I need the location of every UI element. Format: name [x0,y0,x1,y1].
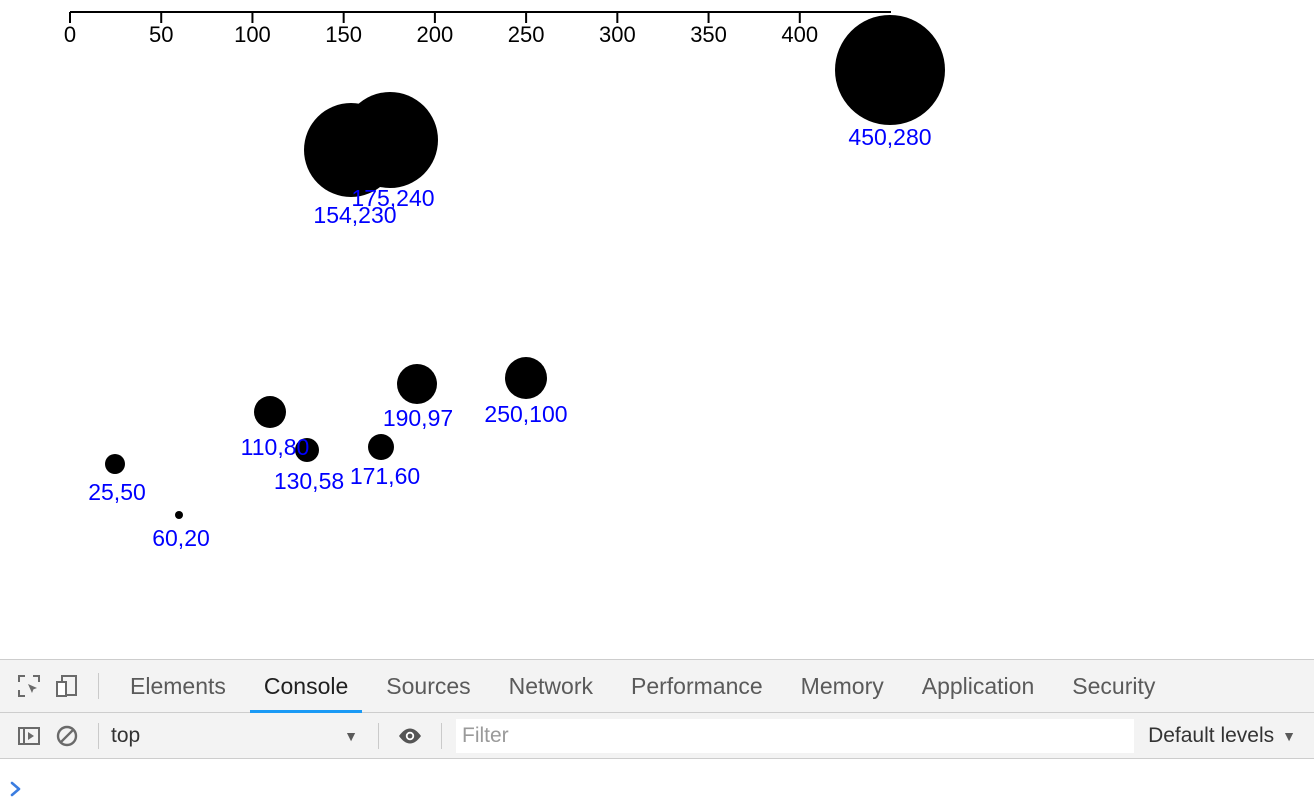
tab-console[interactable]: Console [245,660,367,713]
bubble-point-label: 190,97 [383,405,453,431]
console-prompt-chevron-icon [10,781,24,797]
console-context-select[interactable]: top ▼ [111,721,366,751]
toolbar-divider [98,673,99,699]
tab-elements[interactable]: Elements [111,660,245,713]
bubble-point [304,103,398,197]
axis-tick-label: 350 [690,22,727,47]
bubble-point [105,454,125,474]
console-sidebar-icon [17,724,41,748]
axis-tick-label: 250 [508,22,545,47]
tab-label: Security [1072,672,1156,699]
tab-label: Application [921,672,1035,699]
bubble-point-label: 60,20 [152,525,210,551]
bubble-points [105,15,945,519]
axis-tick-label: 400 [781,22,818,47]
x-axis-ruler: 0 50 100 150 200 250 300 350 400 [64,11,891,47]
axis-tick-label: 100 [234,22,271,47]
bubble-point [175,511,183,519]
live-expression-eye-icon [397,723,423,749]
devtools-tabbar: Elements Console Sources Network Perform… [0,660,1314,713]
page-viewport: 0 50 100 150 200 250 300 350 400 450,280 175,240 1… [0,0,1314,659]
console-context-value: top [111,723,141,747]
tab-memory[interactable]: Memory [782,660,903,713]
device-toolbar-icon [54,673,80,699]
tab-label: Performance [631,672,763,699]
axis-tick-label: 50 [149,22,173,47]
chevron-down-icon: ▼ [1282,727,1296,744]
bubble-point-label: 130,58 [274,468,344,494]
bubble-point-label: 110,80 [241,434,310,460]
live-expression-button[interactable] [391,717,429,755]
inspect-element-button[interactable] [10,667,48,705]
tab-sources[interactable]: Sources [367,660,489,713]
tab-label: Memory [800,672,884,699]
axis-tick-label: 200 [417,22,454,47]
bubble-point [368,434,394,460]
toolbar-divider [98,722,99,749]
tab-application[interactable]: Application [903,660,1054,713]
inspect-element-icon [16,673,42,699]
clear-console-button[interactable] [48,717,86,755]
tab-label: Elements [130,672,226,699]
tab-label: Console [263,672,349,699]
devtools-panel: Elements Console Sources Network Perform… [0,659,1314,812]
bubble-point-label: 171,60 [350,463,420,489]
console-output-area[interactable] [0,759,1314,812]
bubble-point [397,364,437,404]
clear-console-icon [55,724,79,748]
axis-tick-label: 0 [64,22,76,47]
bubble-labels: 450,280175,240154,230250,100190,97110,80… [88,124,931,551]
tab-label: Network [508,672,593,699]
console-filter-input[interactable] [456,718,1135,753]
tab-network[interactable]: Network [490,660,612,713]
chevron-down-icon: ▼ [344,727,358,744]
tab-label: Sources [386,672,471,699]
bubble-point-label: 154,230 [313,202,396,228]
tab-security[interactable]: Security [1053,660,1174,713]
toolbar-divider [441,722,442,749]
console-sidebar-button[interactable] [10,717,48,755]
log-levels-label: Default levels [1148,723,1275,747]
bubble-point-label: 450,280 [848,124,931,150]
bubble-point-label: 25,50 [88,479,146,505]
console-filter-toolbar: top ▼ Default levels ▼ [0,713,1314,759]
toolbar-divider [378,722,379,749]
bubble-point-label: 250,100 [484,401,567,427]
device-toolbar-button[interactable] [48,667,86,705]
bubble-point [505,357,547,399]
axis-tick-label: 300 [599,22,636,47]
bubble-chart: 0 50 100 150 200 250 300 350 400 450,280175,2401… [64,11,945,551]
bubble-point [254,396,286,428]
tab-performance[interactable]: Performance [612,660,782,713]
axis-tick-label: 150 [325,22,362,47]
bubble-point [835,15,945,125]
console-log-levels-select[interactable]: Default levels ▼ [1136,724,1314,748]
